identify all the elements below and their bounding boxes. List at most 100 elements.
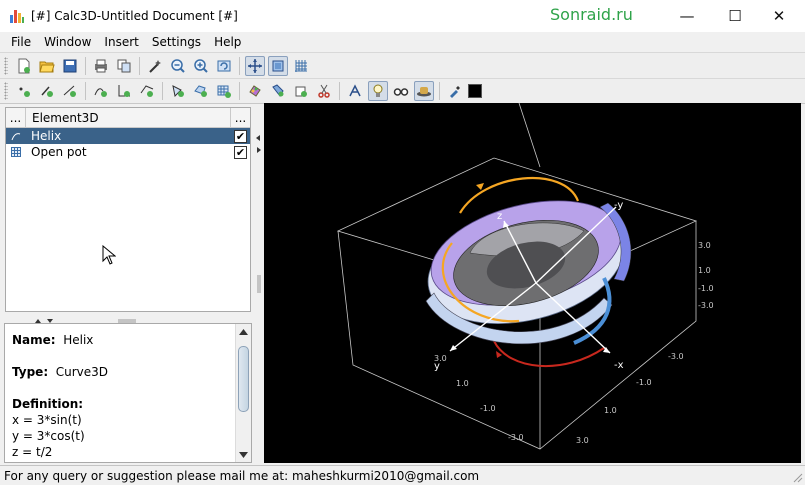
- add-plane-button[interactable]: [137, 81, 157, 101]
- toolbar-separator: [339, 82, 340, 100]
- box-view-icon: [272, 60, 284, 71]
- menu-help[interactable]: Help: [207, 35, 247, 49]
- brush-button[interactable]: [268, 81, 288, 101]
- menu-bar: File Window Insert Settings Help: [0, 32, 805, 52]
- watermark-text: Sonraid.ru: [550, 5, 633, 24]
- toolbar-grip[interactable]: [4, 82, 8, 100]
- close-button[interactable]: ✕: [756, 0, 802, 32]
- list-item-open-pot[interactable]: Open pot ✔: [6, 144, 250, 160]
- grid-axes-button[interactable]: [291, 56, 311, 76]
- add-curve-icon: [94, 88, 107, 97]
- header-left-button[interactable]: ...: [6, 108, 26, 127]
- status-text: For any query or suggestion please mail …: [4, 468, 480, 483]
- toolbar-grip[interactable]: [4, 56, 8, 75]
- move-view-button[interactable]: [245, 55, 265, 76]
- list-item-helix[interactable]: Helix ✔: [6, 128, 250, 144]
- new-document-icon: [18, 58, 30, 73]
- add-line-button[interactable]: [60, 81, 80, 101]
- copy-button[interactable]: [114, 56, 134, 76]
- minimize-button[interactable]: —: [664, 0, 710, 32]
- save-button[interactable]: [60, 56, 80, 76]
- properties-scrollbar[interactable]: [235, 324, 251, 462]
- list-item-label: Helix: [31, 129, 62, 143]
- definition-line-z: z = t/2: [12, 445, 53, 459]
- properties-panel: Name: Helix Type: Curve3D Definition: x …: [4, 323, 252, 463]
- scissors-button[interactable]: [314, 81, 334, 101]
- definition-line-x: x = 3*sin(t): [12, 413, 82, 427]
- color-picker-button[interactable]: [445, 81, 465, 101]
- light-bulb-button[interactable]: [368, 81, 388, 101]
- resize-grip-icon[interactable]: [793, 473, 803, 483]
- palette-icon: [249, 85, 261, 97]
- copy-icon: [117, 59, 131, 72]
- element-list-panel: ... Element3D ... Helix ✔ Open pot ✔: [5, 107, 251, 312]
- visibility-checkbox[interactable]: ✔: [234, 146, 247, 159]
- add-vector-icon: [41, 86, 53, 97]
- magic-wand-button[interactable]: [145, 56, 165, 76]
- axis-label-neg-x: -x: [614, 360, 624, 371]
- add-angle-button[interactable]: [114, 81, 134, 101]
- menu-settings[interactable]: Settings: [145, 35, 207, 49]
- palette-button[interactable]: [245, 81, 265, 101]
- header-right-button[interactable]: ...: [231, 108, 250, 127]
- toolbar-separator: [439, 82, 440, 100]
- maximize-button[interactable]: ☐: [712, 0, 758, 32]
- brush-icon: [272, 84, 284, 97]
- insert-toolbar: [0, 78, 805, 104]
- tick-label: -3.0: [668, 352, 684, 361]
- refresh-view-button[interactable]: [214, 56, 234, 76]
- menu-insert[interactable]: Insert: [97, 35, 144, 49]
- scroll-down-icon[interactable]: [239, 452, 248, 458]
- vertical-splitter[interactable]: [254, 105, 264, 463]
- add-polygon-button[interactable]: [191, 81, 211, 101]
- scrollbar-thumb[interactable]: [238, 346, 249, 412]
- open-button[interactable]: [37, 56, 57, 76]
- tick-label: 1.0: [456, 379, 469, 388]
- add-surface-button[interactable]: [168, 81, 188, 101]
- hat-button[interactable]: [414, 81, 434, 101]
- refresh-view-icon: [217, 60, 231, 71]
- 3d-viewport[interactable]: z -x y -y 3.0 1.0 -1.0 -3.0 -3.0 -1.0 1.…: [264, 103, 801, 463]
- scissors-icon: [318, 84, 330, 98]
- tick-label: -3.0: [508, 433, 524, 442]
- add-plane-icon: [140, 85, 154, 97]
- tick-label: -1.0: [480, 404, 496, 413]
- add-angle-icon: [118, 85, 130, 97]
- hat-icon: [417, 87, 431, 97]
- print-button[interactable]: [91, 56, 111, 76]
- add-grid-icon: [217, 85, 231, 98]
- new-document-button[interactable]: [14, 56, 34, 76]
- add-curve-button[interactable]: [91, 81, 111, 101]
- name-value: Helix: [63, 333, 94, 347]
- status-bar: For any query or suggestion please mail …: [0, 465, 805, 485]
- 3d-scene[interactable]: z -x y -y 3.0 1.0 -1.0 -3.0 -3.0 -1.0 1.…: [264, 103, 801, 463]
- splitter-arrows-icon: [256, 135, 261, 293]
- zoom-out-button[interactable]: [168, 56, 188, 76]
- print-icon: [95, 59, 107, 72]
- name-label: Name:: [12, 333, 56, 347]
- element-list-header: ... Element3D ...: [6, 108, 250, 128]
- add-point-button[interactable]: [14, 81, 34, 101]
- helix-arrow-icon: [476, 183, 484, 190]
- list-item-label: Open pot: [31, 145, 87, 159]
- mouse-cursor-icon: [102, 245, 116, 265]
- menu-file[interactable]: File: [4, 35, 37, 49]
- horizontal-splitter[interactable]: [5, 314, 251, 323]
- window-title: [#] Calc3D-Untitled Document [#]: [31, 9, 238, 23]
- bucket-icon: [295, 86, 307, 97]
- color-swatch[interactable]: [468, 84, 482, 98]
- box-view-button[interactable]: [268, 55, 288, 76]
- save-icon: [63, 59, 77, 72]
- text-style-button[interactable]: [345, 81, 365, 101]
- glasses-button[interactable]: [391, 81, 411, 101]
- add-point-icon: [19, 87, 30, 97]
- menu-window[interactable]: Window: [37, 35, 97, 49]
- zoom-in-button[interactable]: [191, 56, 211, 76]
- visibility-checkbox[interactable]: ✔: [234, 130, 247, 143]
- bucket-button[interactable]: [291, 81, 311, 101]
- axis-label-z: z: [497, 211, 502, 222]
- header-title[interactable]: Element3D: [26, 108, 231, 127]
- add-vector-button[interactable]: [37, 81, 57, 101]
- add-grid-button[interactable]: [214, 81, 234, 101]
- scroll-up-icon[interactable]: [239, 329, 248, 335]
